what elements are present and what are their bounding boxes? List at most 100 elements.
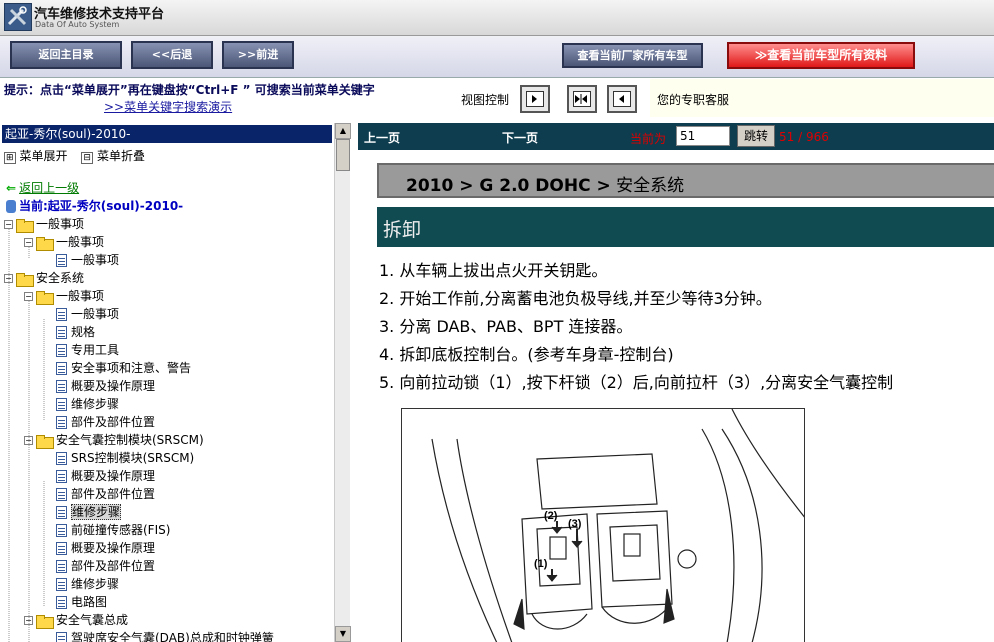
- tree-item[interactable]: 一般事项: [56, 251, 119, 269]
- document-icon: [56, 632, 67, 642]
- tree-item[interactable]: − 安全气囊总成: [24, 611, 128, 629]
- current-page-label: 当前为: [630, 132, 667, 146]
- tree-item[interactable]: 规格: [56, 323, 95, 341]
- scroll-up-icon[interactable]: ▲: [335, 123, 351, 139]
- collapse-toggle-icon[interactable]: −: [24, 436, 33, 445]
- collapse-toggle-icon[interactable]: −: [24, 238, 33, 247]
- back-up-link[interactable]: 返回上一级: [19, 181, 79, 195]
- model-all-docs-button[interactable]: ≫查看当前车型所有资料: [727, 42, 915, 69]
- document-icon: [56, 542, 67, 555]
- collapse-toggle-icon[interactable]: −: [4, 220, 13, 229]
- tree-item[interactable]: 维修步骤: [56, 503, 122, 521]
- tree-item[interactable]: 概要及操作原理: [56, 539, 155, 557]
- page-count: 51 / 966: [779, 130, 829, 144]
- tree-item[interactable]: 部件及部件位置: [56, 485, 155, 503]
- tree-item[interactable]: 专用工具: [56, 341, 119, 359]
- document-icon: [56, 254, 67, 267]
- next-page-link[interactable]: 下一页: [502, 129, 538, 146]
- section-header: 拆卸: [377, 207, 994, 247]
- app-subtitle: Data Of Auto System: [35, 20, 120, 29]
- menu-scrollbar[interactable]: ▲ ▼: [334, 123, 351, 642]
- forward-button[interactable]: >>前进: [222, 41, 294, 69]
- folder-open-icon: [36, 434, 54, 449]
- jump-button[interactable]: 跳转: [737, 125, 775, 147]
- collapse-all-button[interactable]: ⊟ 菜单折叠: [81, 149, 145, 164]
- document-icon: [56, 470, 67, 483]
- tree-item[interactable]: 部件及部件位置: [56, 557, 155, 575]
- document-icon: [56, 560, 67, 573]
- document-icon: [56, 578, 67, 591]
- arrow-right-icon: [532, 95, 537, 103]
- view-split-button[interactable]: [567, 85, 597, 113]
- tree-item-label: 部件及部件位置: [71, 415, 156, 429]
- current-node-label: 当前:起亚-秀尔(soul)-2010-: [19, 199, 184, 213]
- collapse-toggle-icon[interactable]: −: [24, 616, 33, 625]
- callout-label: (1): [534, 558, 548, 570]
- tree-item[interactable]: 维修步骤: [56, 395, 119, 413]
- home-button[interactable]: 返回主目录: [10, 41, 122, 69]
- title-bar: 汽车维修技术支持平台 Data Of Auto System: [0, 0, 994, 36]
- document-icon: [56, 488, 67, 501]
- tree-item[interactable]: − 安全气囊控制模块(SRSCM): [24, 431, 204, 449]
- tree-item-label: 维修步骤: [71, 504, 122, 520]
- tree-item[interactable]: − 一般事项: [4, 215, 84, 233]
- search-demo-link[interactable]: >>菜单关键字搜索演示: [104, 98, 232, 115]
- folder-open-icon: [36, 290, 54, 305]
- collapse-toggle-icon[interactable]: −: [4, 274, 13, 283]
- view-expand-left-button[interactable]: [607, 85, 637, 113]
- back-button[interactable]: <<后退: [131, 41, 213, 69]
- tree-item[interactable]: 前碰撞传感器(FIS): [56, 521, 170, 539]
- tree-item-label: 一般事项: [56, 289, 105, 303]
- document-icon: [56, 326, 67, 339]
- document-icon: [56, 398, 67, 411]
- main-toolbar: 返回主目录 <<后退 >>前进 查看当前厂家所有车型 ≫查看当前车型所有资料: [0, 36, 994, 78]
- tree-item[interactable]: 维修步骤: [56, 575, 119, 593]
- tree-item-label: 概要及操作原理: [71, 469, 156, 483]
- document-icon: [56, 596, 67, 609]
- tree-item-label: 部件及部件位置: [71, 487, 156, 501]
- tree-item-label: 一般事项: [71, 307, 120, 321]
- tree-item-label: 部件及部件位置: [71, 559, 156, 573]
- tree-item[interactable]: 电路图: [56, 593, 107, 611]
- tree-item[interactable]: 概要及操作原理: [56, 467, 155, 485]
- tree-item[interactable]: − 一般事项: [24, 233, 104, 251]
- tree-item[interactable]: 概要及操作原理: [56, 377, 155, 395]
- page-number-input[interactable]: 51: [676, 126, 730, 146]
- tree-item-label: 一般事项: [56, 235, 105, 249]
- step-item: 3. 分离 DAB、PAB、BPT 连接器。: [379, 317, 633, 336]
- scroll-thumb[interactable]: [336, 139, 350, 171]
- collapse-toggle-icon[interactable]: −: [24, 292, 33, 301]
- airbag-module-illustration: (2) (3) (1): [401, 408, 805, 642]
- back-up-row[interactable]: ⇐ 返回上一级: [6, 179, 79, 197]
- menu-operations: ⊞ 菜单展开 ⊟ 菜单折叠: [4, 147, 155, 164]
- step-item: 2. 开始工作前,分离蓄电池负极导线,并至少等待3分钟。: [379, 289, 772, 308]
- tree-item[interactable]: 一般事项: [56, 305, 119, 323]
- view-expand-right-button[interactable]: [520, 85, 550, 113]
- vendor-models-button[interactable]: 查看当前厂家所有车型: [562, 43, 703, 68]
- menu-selected-title: 起亚-秀尔(soul)-2010-: [2, 125, 332, 143]
- document-icon: [56, 308, 67, 321]
- prev-page-link[interactable]: 上一页: [364, 129, 400, 146]
- document-icon: [56, 380, 67, 393]
- tree-item-label: 电路图: [71, 595, 108, 609]
- tree-item[interactable]: − 安全系统: [4, 269, 84, 287]
- tree-item[interactable]: 部件及部件位置: [56, 413, 155, 431]
- tree-item-label: 概要及操作原理: [71, 379, 156, 393]
- tree-item[interactable]: − 一般事项: [24, 287, 104, 305]
- tree-item[interactable]: 驾驶席安全气囊(DAB)总成和时钟弹簧: [56, 629, 274, 642]
- expand-all-button[interactable]: ⊞ 菜单展开: [4, 149, 68, 164]
- tree-item-label: 维修步骤: [71, 577, 120, 591]
- document-icon: [56, 362, 67, 375]
- contact-label[interactable]: 您的专职客服: [657, 91, 729, 108]
- step-item: 5. 向前拉动锁（1）,按下杆锁（2）后,向前拉杆（3）,分离安全气囊控制: [379, 373, 894, 392]
- tree-item[interactable]: 安全事项和注意、警告: [56, 359, 191, 377]
- document-icon: [56, 416, 67, 429]
- scroll-down-icon[interactable]: ▼: [335, 626, 351, 642]
- tree-item-label: 规格: [71, 325, 96, 339]
- document-icon: [56, 344, 67, 357]
- tree-item[interactable]: SRS控制模块(SRSCM): [56, 449, 194, 467]
- document-icon: [56, 524, 67, 537]
- folder-open-icon: [16, 218, 34, 233]
- tree-item-label: 一般事项: [71, 253, 120, 267]
- document-body: 2010 > G 2.0 DOHC > 安全系统 拆卸 1. 从车辆上拔出点火开…: [377, 163, 994, 642]
